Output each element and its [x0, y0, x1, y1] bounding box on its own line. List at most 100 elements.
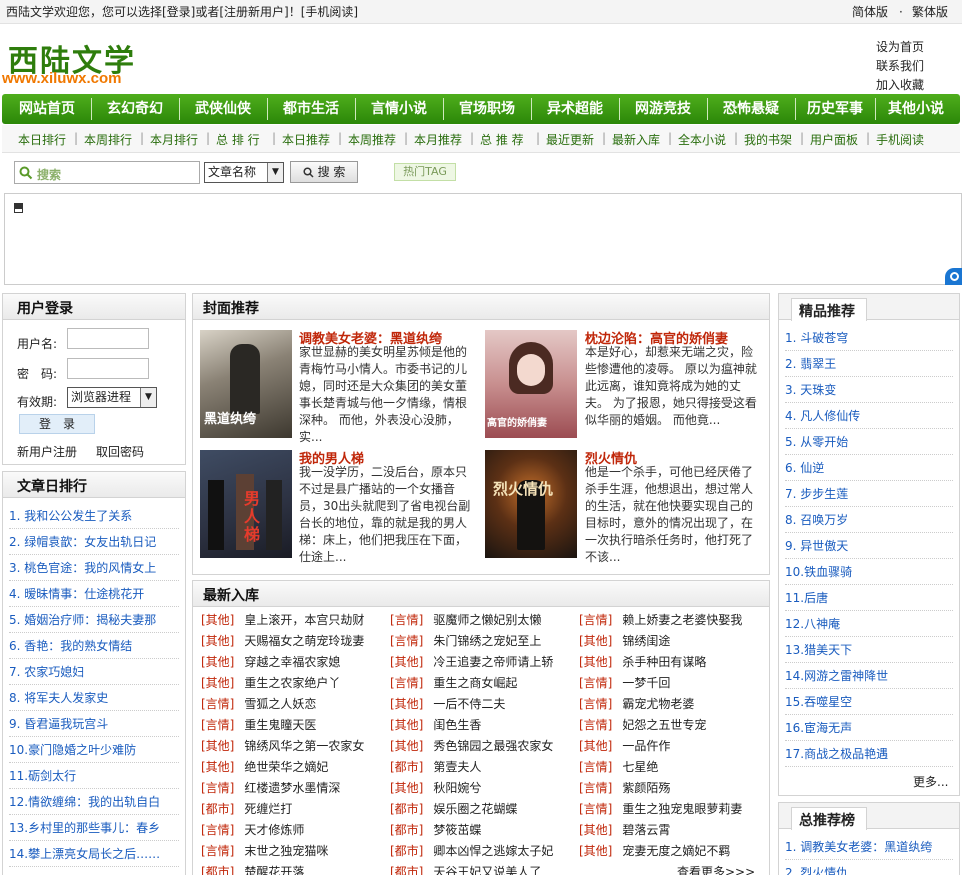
- new-book-item[interactable]: [言情] 赖上娇妻之老婆快娶我: [579, 610, 759, 631]
- featured-item[interactable]: 4. 凡人修仙传: [785, 403, 953, 429]
- new-book-item[interactable]: [其他] 宠妻无度之嫡妃不羁: [579, 841, 759, 862]
- subnav-mobile-reading[interactable]: 手机阅读: [876, 131, 924, 148]
- new-book-item[interactable]: [都市] 死缠烂打: [201, 799, 381, 820]
- new-book-item[interactable]: [其他] 一品仵作: [579, 736, 759, 757]
- new-book-item[interactable]: [都市] 娱乐圈之花蝴蝶: [390, 799, 570, 820]
- new-book-item[interactable]: [其他] 皇上滚开，本宫只劫财: [201, 610, 381, 631]
- site-logo[interactable]: 西陆文学 www.xiluwx.com: [2, 36, 158, 90]
- register-link[interactable]: 新用户注册: [17, 443, 77, 460]
- nav-item-wuxia[interactable]: 武侠仙侠: [180, 94, 266, 124]
- welcome-text[interactable]: 西陆文学欢迎您，您可以选择[登录]或者[注册新用户]！[手机阅读]: [6, 0, 358, 24]
- subnav-weekly-rank[interactable]: 本周排行: [84, 131, 132, 148]
- new-book-item[interactable]: [言情] 重生鬼瞳天医: [201, 715, 381, 736]
- subnav-daily-rank[interactable]: 本日排行: [18, 131, 66, 148]
- subnav-total-rank[interactable]: 总 排 行: [216, 131, 260, 148]
- subnav-monthly-rec[interactable]: 本月推荐: [414, 131, 462, 148]
- nav-item-home[interactable]: 网站首页: [4, 94, 90, 124]
- new-book-item[interactable]: [都市] 梦筱茁蝶: [390, 820, 570, 841]
- featured-item[interactable]: 6. 仙逆: [785, 455, 953, 481]
- book-cover-image[interactable]: 黑道纨绔: [200, 330, 292, 438]
- nav-item-urban[interactable]: 都市生活: [268, 94, 354, 124]
- featured-item[interactable]: 7. 步步生莲: [785, 481, 953, 507]
- featured-item[interactable]: 13.猎美天下: [785, 637, 953, 663]
- new-book-item[interactable]: [其他] 穿越之幸福农家媳: [201, 652, 381, 673]
- set-homepage-link[interactable]: 设为首页: [876, 38, 924, 55]
- new-book-item[interactable]: [其他] 秀色锦园之最强农家女: [390, 736, 570, 757]
- book-cover-image[interactable]: 高官的娇俏妻: [485, 330, 577, 438]
- rank-item[interactable]: 5. 婚姻治疗师：揭秘夫妻那: [9, 607, 179, 633]
- hot-tag-button[interactable]: 热门TAG: [394, 163, 456, 181]
- new-book-item[interactable]: [言情] 天才修炼师: [201, 820, 381, 841]
- username-input[interactable]: [67, 328, 149, 349]
- new-book-item[interactable]: [言情] 霸宠尤物老婆: [579, 694, 759, 715]
- featured-more-link[interactable]: 更多...: [913, 773, 948, 790]
- chat-icon[interactable]: [945, 268, 962, 285]
- featured-item[interactable]: 5. 从零开始: [785, 429, 953, 455]
- new-book-item[interactable]: [言情] 朱门锦绣之宠妃至上: [390, 631, 570, 652]
- nav-item-officialdom[interactable]: 官场职场: [444, 94, 530, 124]
- total-recommend-tab[interactable]: 总推荐榜: [791, 807, 867, 830]
- search-field-select[interactable]: 文章名称 ▼: [204, 162, 284, 183]
- featured-tab[interactable]: 精品推荐: [791, 298, 867, 321]
- rank-item[interactable]: 2. 绿帽袁歆：女友出轨日记: [9, 529, 179, 555]
- nav-item-history[interactable]: 历史军事: [796, 94, 874, 124]
- featured-item[interactable]: 15.吞噬星空: [785, 689, 953, 715]
- search-button[interactable]: 搜 索: [290, 161, 358, 183]
- rank-item[interactable]: 11.砺剑太行: [9, 763, 179, 789]
- bookmark-link[interactable]: 加入收藏: [876, 76, 924, 93]
- nav-item-horror[interactable]: 恐怖悬疑: [708, 94, 794, 124]
- featured-item[interactable]: 3. 天珠变: [785, 377, 953, 403]
- rank-item[interactable]: 14.攀上漂亮女局长之后……: [9, 841, 179, 867]
- rank-item[interactable]: 13.乡村里的那些事儿：春乡: [9, 815, 179, 841]
- new-book-item[interactable]: [都市] 天谷王妃又说美人了: [390, 862, 570, 875]
- subnav-recent-updates[interactable]: 最近更新: [546, 131, 594, 148]
- featured-item[interactable]: 11.后唐: [785, 585, 953, 611]
- password-input[interactable]: [67, 358, 149, 379]
- rank-item[interactable]: 7. 农家巧媳妇: [9, 659, 179, 685]
- new-book-item[interactable]: [言情] 妃怨之五世专宠: [579, 715, 759, 736]
- new-book-item[interactable]: [言情] 重生之商女崛起: [390, 673, 570, 694]
- subnav-my-bookshelf[interactable]: 我的书架: [744, 131, 792, 148]
- new-book-item[interactable]: [言情] 末世之独宠猫咪: [201, 841, 381, 862]
- new-book-item[interactable]: [其他] 绝世荣华之嫡妃: [201, 757, 381, 778]
- book-cover-image[interactable]: 烈火情仇: [485, 450, 577, 558]
- featured-item[interactable]: 2. 翡翠王: [785, 351, 953, 377]
- featured-item[interactable]: 8. 召唤万岁: [785, 507, 953, 533]
- recover-password-link[interactable]: 取回密码: [96, 443, 144, 460]
- nav-item-fantasy[interactable]: 玄幻奇幻: [92, 94, 178, 124]
- new-book-item[interactable]: [其他] 碧落云霄: [579, 820, 759, 841]
- book-cover-image[interactable]: 男人梯: [200, 450, 292, 558]
- subnav-monthly-rank[interactable]: 本月排行: [150, 131, 198, 148]
- new-book-item[interactable]: [其他] 秋阳婉兮: [390, 778, 570, 799]
- nav-item-romance[interactable]: 言情小说: [356, 94, 442, 124]
- search-input[interactable]: 搜索: [14, 161, 200, 184]
- new-book-item[interactable]: [其他] 锦绣风华之第一农家女: [201, 736, 381, 757]
- nav-item-supernatural[interactable]: 异术超能: [532, 94, 618, 124]
- new-book-item[interactable]: [都市] 卿本凶悍之逃嫁太子妃: [390, 841, 570, 862]
- featured-item[interactable]: 9. 异世傲天: [785, 533, 953, 559]
- simplified-link[interactable]: 简体版: [852, 0, 888, 24]
- view-more-link[interactable]: 查看更多>>>: [677, 862, 763, 875]
- featured-item[interactable]: 12.八神庵: [785, 611, 953, 637]
- new-book-item[interactable]: [言情] 重生之独宠鬼眼萝莉妻: [579, 799, 765, 820]
- featured-item[interactable]: 16.宦海无声: [785, 715, 953, 741]
- new-book-item[interactable]: [其他] 锦绣闺途: [579, 631, 759, 652]
- new-book-item[interactable]: [言情] 七星绝: [579, 757, 759, 778]
- subnav-total-rec[interactable]: 总 推 荐: [480, 131, 524, 148]
- contact-link[interactable]: 联系我们: [876, 57, 924, 74]
- new-book-item[interactable]: [其他] 一后不侍二夫: [390, 694, 570, 715]
- featured-item[interactable]: 14.网游之雷神降世: [785, 663, 953, 689]
- expiry-select[interactable]: 浏览器进程 ▼: [67, 387, 157, 408]
- login-button[interactable]: 登 录: [19, 414, 95, 434]
- rank-item[interactable]: 1. 我和公公发生了关系: [9, 503, 179, 529]
- new-book-item[interactable]: [其他] 闺色生香: [390, 715, 570, 736]
- new-book-item[interactable]: [都市] 楚醒花开落: [201, 862, 381, 875]
- nav-item-gaming[interactable]: 网游竞技: [620, 94, 706, 124]
- rank-item[interactable]: 6. 香艳：我的熟女情结: [9, 633, 179, 659]
- new-book-item[interactable]: [言情] 雪狐之人妖恋: [201, 694, 381, 715]
- rank-item[interactable]: 12.情欲缠绵：我的出轨自白: [9, 789, 179, 815]
- subnav-new-arrivals[interactable]: 最新入库: [612, 131, 660, 148]
- new-book-item[interactable]: [言情] 驱魔师之懒妃别太懒: [390, 610, 570, 631]
- featured-item[interactable]: 1. 斗破苍穹: [785, 325, 953, 351]
- new-book-item[interactable]: [其他] 重生之农家绝户丫: [201, 673, 381, 694]
